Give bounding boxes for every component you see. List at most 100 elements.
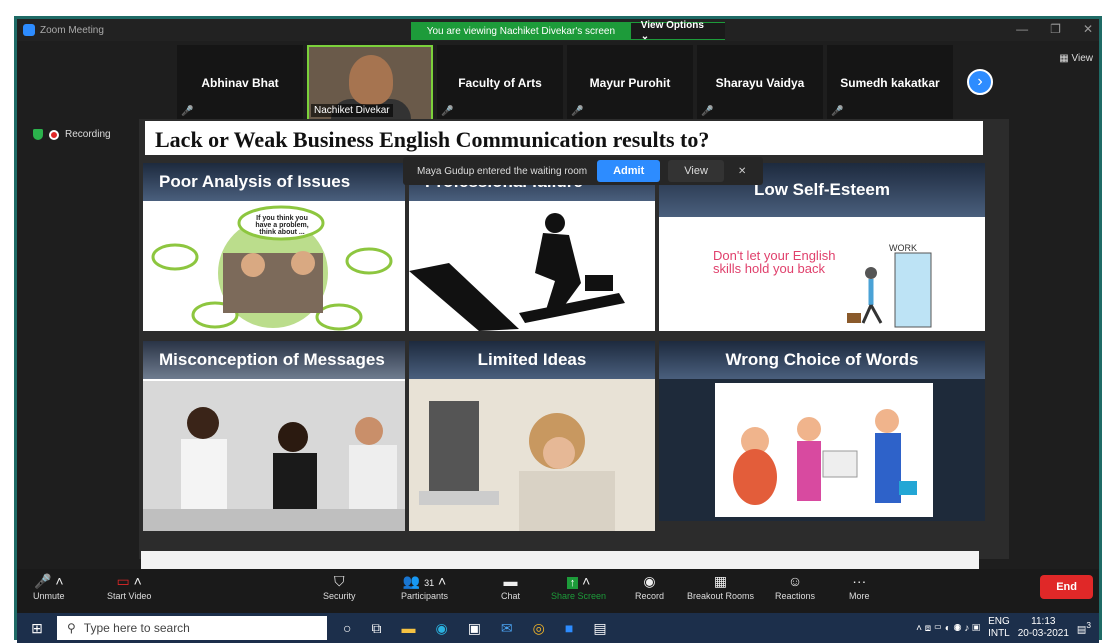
task-view-icon[interactable]: ⧉ (371, 620, 381, 637)
close-notification-button[interactable]: ✕ (738, 166, 746, 177)
participant-tile[interactable]: Sumedh kakatkar 🎤 (827, 45, 953, 121)
more-label: More (849, 591, 870, 601)
minimize-button[interactable]: — (1016, 22, 1028, 36)
participant-tile[interactable]: Sharayu Vaidya 🎤 (697, 45, 823, 121)
chat-button[interactable]: ▬ Chat (501, 573, 520, 601)
view-label: View (1071, 53, 1094, 64)
zoom-taskbar-icon[interactable]: ■ (565, 620, 573, 637)
slide-panel: Misconception of Messages (143, 341, 405, 531)
muted-mic-icon: 🎤 (701, 106, 714, 117)
breakout-rooms-button[interactable]: ▦ Breakout Rooms (687, 573, 754, 601)
muted-mic-icon: 🎤 (181, 106, 194, 117)
security-button[interactable]: ⛉ Security (323, 573, 356, 601)
recording-status: Recording (33, 129, 111, 140)
participant-strip: Abhinav Bhat 🎤 Nachiket Divekar Faculty o… (177, 45, 977, 121)
more-icon: ··· (852, 573, 867, 589)
reactions-icon: ☺ (787, 573, 803, 589)
record-icon: ◉ (643, 573, 656, 589)
record-button[interactable]: ◉ Record (635, 573, 664, 601)
chat-label: Chat (501, 591, 521, 601)
language-indicator[interactable]: ENG INTL (988, 616, 1010, 640)
next-participants-button[interactable]: › (967, 69, 993, 95)
reactions-label: Reactions (775, 591, 816, 601)
file-explorer-icon[interactable]: ▬ (401, 620, 415, 637)
shield-icon: ⛉ (334, 573, 345, 589)
taskbar-search[interactable]: ⚲ Type here to search (57, 616, 327, 640)
security-label: Security (323, 591, 356, 601)
slide-panel: Professional failure (409, 163, 655, 331)
participant-video-tile[interactable]: Nachiket Divekar (307, 45, 433, 121)
viewing-banner: You are viewing Nachiket Divekar's scree… (411, 20, 725, 42)
photos-icon[interactable]: ▤ (593, 620, 606, 637)
window-title: Zoom Meeting (40, 24, 104, 36)
tray-icons[interactable]: ˄ ⧈ ▭ ◐ ◉ ♪ ▣ (916, 623, 980, 634)
clock[interactable]: 11:13 20-03-2021 (1018, 616, 1069, 640)
failure-illustration (409, 213, 625, 331)
recording-label: Recording (65, 129, 111, 140)
unmute-button[interactable]: 🎤 ˄ Unmute (33, 573, 65, 601)
search-icon: ⚲ (67, 621, 76, 635)
recording-dot-icon (49, 129, 59, 140)
end-meeting-button[interactable]: End (1040, 575, 1093, 599)
reactions-button[interactable]: ☺ Reactions (775, 573, 815, 601)
slide-title: Lack or Weak Business English Communicat… (145, 121, 983, 155)
start-video-label: Start Video (107, 591, 152, 601)
zoom-window: Zoom Meeting — ❐ ✕ You are viewing Nachi… (14, 16, 1102, 643)
search-placeholder: Type here to search (83, 621, 190, 635)
video-off-icon: ▭ ˄ (116, 573, 142, 589)
share-screen-button[interactable]: ↑ ˄ Share Screen (551, 573, 606, 601)
participant-tile[interactable]: Mayur Purohit 🎤 (567, 45, 693, 121)
misconception-illustration (143, 381, 405, 531)
participant-name: Mayur Purohit (589, 76, 671, 90)
zoom-logo-icon (23, 24, 35, 36)
share-screen-label: Share Screen (551, 591, 607, 601)
self-esteem-illustration (847, 252, 932, 328)
meeting-toolbar: 🎤 ˄ Unmute ▭ ˄ Start Video ⛉ Security 👥 31 … (17, 569, 1099, 613)
waiting-room-message: Maya Gudup entered the waiting room (417, 165, 588, 177)
slide-panel: Low Self-Esteem Don't let your English s… (659, 163, 985, 331)
notification-count: 3 (1086, 620, 1091, 631)
shared-screen: Lack or Weak Business English Communicat… (139, 119, 1009, 559)
edge-icon[interactable]: ◉ (435, 620, 447, 637)
limited-ideas-illustration (409, 379, 655, 531)
clock-date: 20-03-2021 (1017, 628, 1069, 639)
view-options-button[interactable]: View Options ⌄ (630, 20, 725, 42)
chat-icon: ▬ (503, 573, 518, 589)
participant-name: Abhinav Bhat (201, 76, 279, 90)
chrome-icon[interactable]: ◎ (533, 620, 545, 637)
share-screen-icon: ↑ ˄ (551, 573, 606, 591)
more-button[interactable]: ··· More (849, 573, 870, 601)
mail-icon[interactable]: ✉ (501, 620, 513, 637)
mic-off-icon: 🎤 ˄ (34, 573, 64, 589)
analysis-illustration (151, 205, 393, 331)
clock-time: 11:13 (1031, 616, 1056, 627)
cortana-icon[interactable]: ○ (343, 620, 351, 637)
participant-tile[interactable]: Faculty of Arts 🎤 (437, 45, 563, 121)
store-icon[interactable]: ▣ (468, 620, 481, 637)
video-face (349, 55, 393, 105)
windows-start-icon[interactable]: ⊞ (17, 620, 57, 637)
breakout-rooms-label: Breakout Rooms (687, 591, 755, 601)
start-video-button[interactable]: ▭ ˄ Start Video (107, 573, 151, 601)
view-waiting-button[interactable]: View (668, 160, 724, 182)
participants-button[interactable]: 👥 31 ˄ Participants (401, 573, 448, 601)
participants-icon: 👥 31 ˄ (402, 573, 447, 589)
waiting-room-notification: Maya Gudup entered the waiting room Admi… (403, 157, 763, 185)
maximize-button[interactable]: ❐ (1050, 22, 1061, 36)
view-layout-button[interactable]: ▦ View (1059, 53, 1093, 64)
encryption-shield-icon (33, 129, 43, 140)
notifications-icon[interactable]: ▤3 (1077, 620, 1091, 635)
record-label: Record (635, 591, 665, 601)
unmute-label: Unmute (33, 591, 65, 601)
participant-name: Nachiket Divekar (311, 104, 393, 117)
admit-button[interactable]: Admit (597, 160, 661, 182)
muted-mic-icon: 🎤 (831, 106, 844, 117)
taskbar-apps: ○ ⧉ ▬ ◉ ▣ ✉ ◎ ■ ▤ (343, 620, 607, 637)
participant-tile[interactable]: Abhinav Bhat 🎤 (177, 45, 303, 121)
bubble-text: If you think you have a problem, think a… (255, 215, 309, 236)
slide-panel: Poor Analysis of Issues If you think you… (143, 163, 405, 331)
viewing-message: You are viewing Nachiket Divekar's scree… (426, 25, 616, 37)
lang-code: ENG (988, 616, 1010, 627)
participant-name: Sharayu Vaidya (715, 76, 805, 90)
close-window-button[interactable]: ✕ (1083, 22, 1093, 36)
